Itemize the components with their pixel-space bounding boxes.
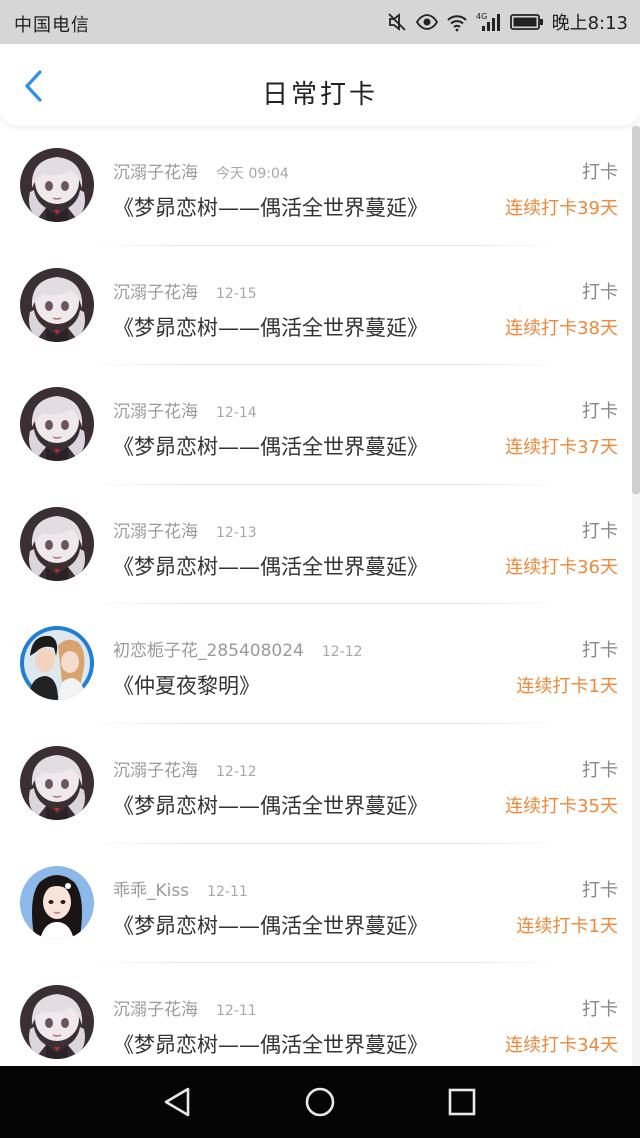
anime-girl-avatar-icon bbox=[20, 387, 94, 462]
user-name-text: 沉溺子花海 bbox=[113, 402, 198, 423]
streak-badge: 连续打卡38天 bbox=[505, 317, 618, 339]
scrollbar-thumb[interactable] bbox=[632, 126, 640, 494]
avatar[interactable] bbox=[20, 148, 94, 222]
book-title[interactable]: 《梦昴恋树——偶活全世界蔓延》 bbox=[113, 312, 428, 342]
post-time: 12-12 bbox=[216, 763, 257, 780]
streak-badge: 连续打卡34天 bbox=[505, 1035, 618, 1057]
post-time: 12-11 bbox=[207, 883, 248, 900]
anime-girl-avatar-icon bbox=[20, 148, 94, 222]
book-title[interactable]: 《梦昴恋树——偶活全世界蔓延》 bbox=[113, 910, 428, 940]
book-title[interactable]: 《梦昴恋树——偶活全世界蔓延》 bbox=[113, 551, 428, 581]
list-item-5[interactable]: 沉溺子花海 12-12 《梦昴恋树——偶活全世界蔓延》 打卡 连续打卡35天 bbox=[0, 724, 632, 844]
triangle-back-icon[interactable] bbox=[160, 1084, 196, 1120]
list-item-0[interactable]: 沉溺子花海 今天 09:04 《梦昴恋树——偶活全世界蔓延》 打卡 连续打卡39天 bbox=[0, 126, 632, 246]
checkin-type-label: 打卡 bbox=[582, 401, 618, 423]
status-icons: 4G 晚上8:13 bbox=[386, 9, 628, 35]
avatar[interactable] bbox=[20, 865, 94, 940]
carrier-label: 中国电信 bbox=[14, 15, 90, 36]
post-time: 今天 09:04 bbox=[216, 166, 289, 182]
circle-home-icon[interactable] bbox=[302, 1084, 338, 1120]
user-name: 沉溺子花海 12-15 bbox=[113, 278, 257, 303]
checkin-type-label: 打卡 bbox=[582, 759, 618, 781]
streak-badge: 连续打卡1天 bbox=[516, 915, 618, 937]
user-name-text: 初恋栀子花_285408024 bbox=[113, 641, 304, 662]
user-name: 沉溺子花海 12-13 bbox=[113, 517, 257, 542]
post-time: 12-13 bbox=[216, 524, 257, 541]
streak-badge: 连续打卡39天 bbox=[505, 198, 618, 219]
page-title: 日常打卡 bbox=[261, 80, 378, 110]
anime-girl-avatar-icon bbox=[20, 267, 94, 342]
list-item-1[interactable]: 沉溺子花海 12-15 《梦昴恋树——偶活全世界蔓延》 打卡 连续打卡38天 bbox=[0, 246, 632, 366]
avatar[interactable] bbox=[20, 506, 94, 581]
anime-girl-avatar-icon bbox=[20, 506, 94, 581]
book-title[interactable]: 《梦昴恋树——偶活全世界蔓延》 bbox=[113, 431, 428, 461]
anime-girl-avatar-icon bbox=[20, 745, 94, 820]
status-bar: 中国电信 4G 晚上8:13 bbox=[0, 0, 640, 44]
checkin-type-label: 打卡 bbox=[582, 281, 618, 303]
post-time: 12-14 bbox=[216, 405, 257, 422]
checkin-type-label: 打卡 bbox=[582, 162, 618, 183]
user-name: 沉溺子花海 12-11 bbox=[113, 995, 257, 1020]
battery-icon bbox=[509, 14, 543, 30]
list-item-4[interactable]: 初恋栀子花_285408024 12-12 《仲夏夜黎明》 打卡 连续打卡1天 bbox=[0, 604, 632, 724]
streak-badge: 连续打卡1天 bbox=[516, 676, 618, 698]
user-name: 初恋栀子花_285408024 12-12 bbox=[113, 636, 363, 661]
avatar[interactable] bbox=[20, 745, 94, 820]
system-nav-bar bbox=[0, 1066, 640, 1138]
user-name-text: 乖乖_Kiss bbox=[113, 880, 190, 901]
list-item-7[interactable]: 沉溺子花海 12-11 《梦昴恋树——偶活全世界蔓延》 打卡 连续打卡34天 bbox=[0, 963, 632, 1066]
couple-photo-avatar-icon bbox=[20, 626, 94, 701]
avatar[interactable] bbox=[20, 626, 94, 701]
avatar[interactable] bbox=[20, 387, 94, 462]
post-time: 12-12 bbox=[321, 644, 363, 661]
wifi-icon bbox=[446, 15, 467, 32]
streak-badge: 连续打卡37天 bbox=[505, 437, 618, 459]
checkin-type-label: 打卡 bbox=[582, 520, 618, 542]
header: 日常打卡 bbox=[0, 44, 640, 126]
mute-icon bbox=[387, 13, 406, 31]
avatar[interactable] bbox=[20, 267, 94, 342]
network-type: 4G bbox=[476, 12, 487, 21]
user-name: 乖乖_Kiss 12-11 bbox=[113, 876, 248, 901]
list-item-2[interactable]: 沉溺子花海 12-14 《梦昴恋树——偶活全世界蔓延》 打卡 连续打卡37天 bbox=[0, 365, 632, 485]
user-name: 沉溺子花海 12-14 bbox=[113, 397, 257, 422]
streak-badge: 连续打卡35天 bbox=[505, 795, 618, 817]
square-recents-icon[interactable] bbox=[444, 1084, 480, 1120]
user-name-text: 沉溺子花海 bbox=[113, 1000, 198, 1021]
book-title[interactable]: 《梦昴恋树——偶活全世界蔓延》 bbox=[113, 790, 428, 820]
signal-icon: 4G bbox=[476, 12, 500, 31]
eye-icon bbox=[415, 14, 438, 30]
book-title[interactable]: 《梦昴恋树——偶活全世界蔓延》 bbox=[113, 192, 428, 222]
checkin-list[interactable]: 沉溺子花海 今天 09:04 《梦昴恋树——偶活全世界蔓延》 打卡 连续打卡39天… bbox=[0, 126, 632, 1066]
clock: 晚上8:13 bbox=[551, 13, 628, 34]
streak-badge: 连续打卡36天 bbox=[505, 556, 618, 578]
avatar[interactable] bbox=[20, 985, 94, 1060]
book-title[interactable]: 《仲夏夜黎明》 bbox=[113, 670, 260, 700]
post-time: 12-11 bbox=[216, 1003, 257, 1020]
list-item-3[interactable]: 沉溺子花海 12-13 《梦昴恋树——偶活全世界蔓延》 打卡 连续打卡36天 bbox=[0, 485, 632, 605]
user-name: 沉溺子花海 今天 09:04 bbox=[113, 158, 289, 183]
user-name-text: 沉溺子花海 bbox=[113, 521, 198, 542]
list-item-6[interactable]: 乖乖_Kiss 12-11 《梦昴恋树——偶活全世界蔓延》 打卡 连续打卡1天 bbox=[0, 844, 632, 964]
post-time: 12-15 bbox=[216, 285, 257, 302]
checkin-type-label: 打卡 bbox=[582, 999, 618, 1021]
girl-photo-avatar-icon bbox=[20, 865, 94, 940]
user-name-text: 沉溺子花海 bbox=[113, 163, 198, 183]
anime-girl-avatar-icon bbox=[20, 985, 94, 1060]
checkin-type-label: 打卡 bbox=[582, 640, 618, 662]
user-name-text: 沉溺子花海 bbox=[113, 760, 198, 781]
user-name-text: 沉溺子花海 bbox=[113, 282, 198, 303]
user-name: 沉溺子花海 12-12 bbox=[113, 756, 257, 781]
checkin-type-label: 打卡 bbox=[582, 879, 618, 901]
book-title[interactable]: 《梦昴恋树——偶活全世界蔓延》 bbox=[113, 1029, 428, 1059]
